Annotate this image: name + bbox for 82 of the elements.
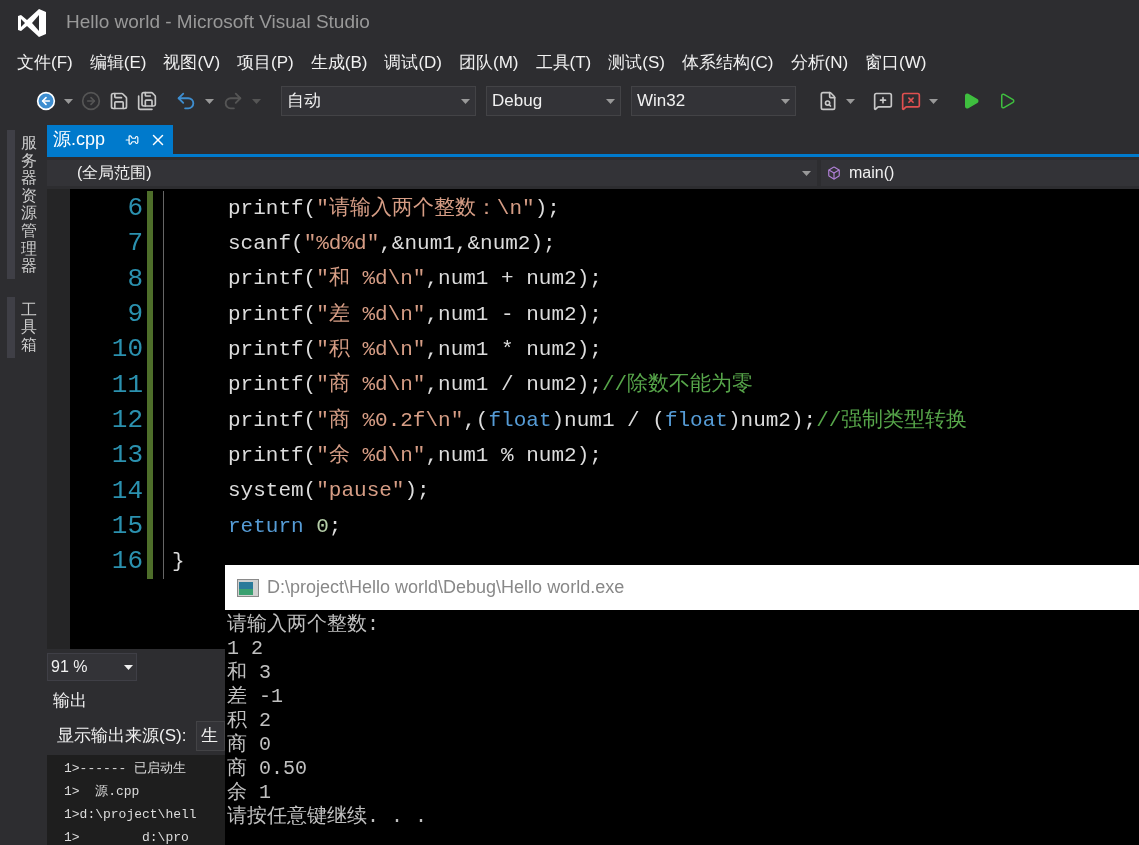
code-line: } xyxy=(172,548,185,575)
line-number: 9 xyxy=(127,298,143,332)
caret-icon xyxy=(929,98,938,104)
menu-item[interactable]: 项目(P) xyxy=(229,49,302,76)
line-number: 16 xyxy=(111,545,143,579)
caret-icon xyxy=(781,98,790,104)
line-number: 6 xyxy=(127,192,143,226)
output-title: 输出 xyxy=(53,690,87,713)
member-dropdown[interactable]: main() xyxy=(821,160,1139,186)
window-title: Hello world - Microsoft Visual Studio xyxy=(66,10,370,35)
caret-icon xyxy=(606,98,615,104)
console-line: 请按任意键继续. . . xyxy=(227,805,428,829)
caret-icon xyxy=(124,664,133,670)
caret-icon xyxy=(461,98,470,104)
comment-add-icon[interactable] xyxy=(873,91,893,111)
menu-item[interactable]: 团队(M) xyxy=(451,49,527,76)
menu-item[interactable]: 体系结构(C) xyxy=(673,49,782,76)
code-line: printf("余 %d\n",num1 % num2); xyxy=(228,442,602,469)
console-line: 差 -1 xyxy=(227,685,284,709)
code-line: printf("积 %d\n",num1 * num2); xyxy=(228,337,602,364)
zoom-dropdown[interactable]: 91 % xyxy=(47,653,137,681)
output-line: 1> d:\pro xyxy=(64,829,190,845)
code-line: return 0; xyxy=(228,513,342,540)
menu-item[interactable]: 文件(F) xyxy=(9,49,81,76)
line-number: 11 xyxy=(111,368,143,402)
console-line: 1 2 xyxy=(227,637,264,661)
line-number: 13 xyxy=(111,439,143,473)
caret-icon xyxy=(802,170,811,176)
code-line: printf("和 %d\n",num1 + num2); xyxy=(228,265,602,293)
menu-item[interactable]: 编辑(E) xyxy=(81,49,155,76)
output-line: 1> 源.cpp xyxy=(64,783,141,801)
pin-icon[interactable] xyxy=(125,132,140,147)
code-line: printf("差 %d\n",num1 - num2); xyxy=(228,301,602,328)
menu-item[interactable]: 生成(B) xyxy=(302,49,376,76)
dropdown[interactable]: Win32 xyxy=(631,86,796,116)
console-line: 商 0 xyxy=(227,733,272,757)
caret-icon xyxy=(252,98,261,104)
line-number: 15 xyxy=(111,509,143,543)
dropdown[interactable]: Debug xyxy=(486,86,621,116)
console-icon xyxy=(237,578,259,597)
console-line: 请输入两个整数: xyxy=(227,613,380,637)
save-icon[interactable] xyxy=(109,91,129,111)
dropdown[interactable]: 自动 xyxy=(281,86,476,116)
output-line: 1>------ 已启动生 xyxy=(64,760,188,778)
start-icon[interactable] xyxy=(962,92,980,110)
console-line: 商 0.50 xyxy=(227,757,308,781)
editor-tab[interactable]: 源.cpp xyxy=(47,125,174,154)
line-number: 7 xyxy=(127,227,143,261)
code-line: printf("商 %d\n",num1 / num2);//除数不能为零 xyxy=(228,371,754,399)
menu-item[interactable]: 分析(N) xyxy=(782,49,857,76)
find-icon[interactable] xyxy=(818,91,838,111)
save-all-icon[interactable] xyxy=(137,91,157,111)
menu-item[interactable]: 工具(T) xyxy=(527,49,600,76)
code-line: printf("请输入两个整数：\n"); xyxy=(228,195,560,222)
undo-icon[interactable] xyxy=(175,90,197,112)
code-line: system("pause"); xyxy=(228,478,430,505)
code-line: printf("商 %0.2f\n",(float)num1 / (float)num2);//强制类型转换 xyxy=(228,407,968,434)
console-line: 积 2 xyxy=(227,709,272,733)
caret-icon xyxy=(205,98,214,104)
menu-item[interactable]: 窗口(W) xyxy=(857,49,935,76)
console-line: 余 1 xyxy=(227,781,272,805)
console-line: 和 3 xyxy=(227,661,272,685)
output-source-label: 显示输出来源(S): xyxy=(57,725,187,748)
console-title: D:\project\Hello world\Debug\Hello world.exe xyxy=(267,576,625,599)
menu-item[interactable]: 测试(S) xyxy=(600,49,673,76)
line-number: 12 xyxy=(111,403,143,437)
run-icon[interactable] xyxy=(998,92,1016,110)
scope-dropdown[interactable]: (全局范围) xyxy=(47,160,817,186)
menu-item[interactable]: 调试(D) xyxy=(376,49,450,76)
menu-item[interactable]: 视图(V) xyxy=(155,49,229,76)
line-number: 10 xyxy=(111,333,143,367)
caret-icon xyxy=(64,98,73,104)
line-number: 14 xyxy=(111,474,143,508)
output-line: 1>d:\project\hell xyxy=(64,806,198,824)
comment-remove-icon[interactable] xyxy=(901,91,921,111)
back-icon[interactable] xyxy=(36,91,56,111)
method-icon xyxy=(827,166,841,180)
logo-icon xyxy=(16,6,48,39)
caret-icon xyxy=(846,98,855,104)
output-source-dropdown[interactable]: 生 xyxy=(196,721,226,751)
line-number: 8 xyxy=(127,262,143,296)
code-line: scanf("%d%d",&num1,&num2); xyxy=(228,231,556,258)
